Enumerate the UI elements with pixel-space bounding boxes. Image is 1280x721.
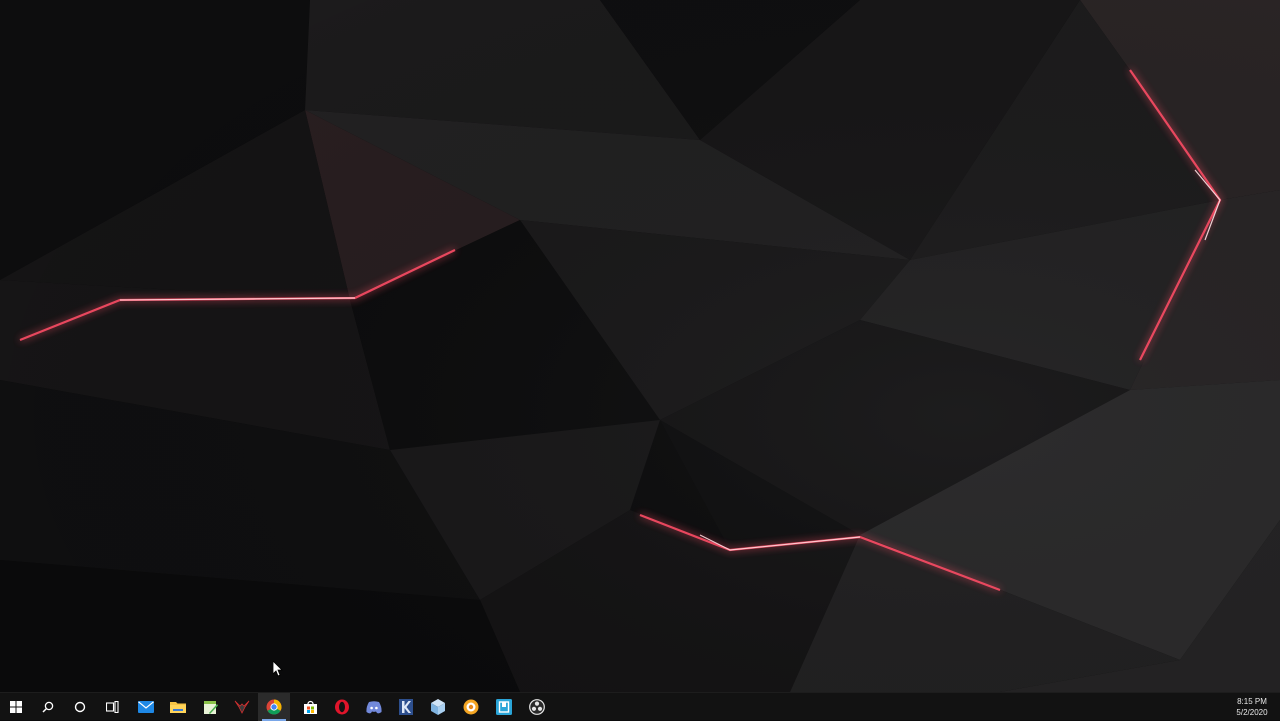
- search-button[interactable]: [32, 693, 64, 721]
- discord-icon: [366, 700, 382, 713]
- taskbar-app-google-chrome[interactable]: [258, 693, 290, 721]
- wallpaper-image: [0, 0, 1280, 692]
- predator-icon: [234, 700, 250, 714]
- taskbar: 8:15 PM 5/2/2020: [0, 692, 1280, 721]
- taskbar-app-cube[interactable]: [422, 693, 454, 721]
- taskbar-app-k-app[interactable]: [390, 693, 422, 721]
- cube-icon: [431, 699, 445, 715]
- taskbar-app-discord[interactable]: [358, 693, 390, 721]
- clock-date: 5/2/2020: [1236, 708, 1268, 717]
- taskbar-app-opera[interactable]: [326, 693, 358, 721]
- taskbar-app-microsoft-store[interactable]: [294, 693, 326, 721]
- taskbar-app-predator-sense[interactable]: [226, 693, 258, 721]
- cortana-circle-icon: [74, 701, 86, 713]
- blue-square-icon: [496, 699, 512, 715]
- windows-logo-icon: [10, 701, 22, 713]
- taskbar-app-notepad-plus-plus[interactable]: [194, 693, 226, 721]
- mail-icon: [138, 701, 154, 713]
- chrome-icon: [266, 699, 282, 715]
- system-clock[interactable]: 8:15 PM 5/2/2020: [1228, 696, 1276, 718]
- folder-icon: [170, 702, 186, 713]
- search-icon: [42, 701, 54, 713]
- taskbar-app-file-explorer[interactable]: [162, 693, 194, 721]
- taskbar-app-orange-circle[interactable]: [455, 693, 487, 721]
- taskbar-app-blue-square[interactable]: [488, 693, 520, 721]
- obs-icon: [529, 699, 545, 715]
- orange-circle-icon: [463, 699, 479, 715]
- opera-icon: [335, 699, 349, 715]
- taskbar-app-obs-studio[interactable]: [521, 693, 553, 721]
- task-view-button[interactable]: [96, 693, 128, 721]
- taskbar-app-mail[interactable]: [130, 693, 162, 721]
- desktop[interactable]: [0, 0, 1280, 692]
- task-view-icon: [105, 701, 119, 713]
- cortana-button[interactable]: [64, 693, 96, 721]
- start-button[interactable]: [0, 693, 32, 721]
- clock-time: 8:15 PM: [1237, 697, 1267, 706]
- store-bag-icon: [303, 700, 317, 714]
- mouse-cursor-icon: [273, 661, 283, 677]
- k-app-icon: [399, 699, 413, 715]
- notepad-plus-plus-icon: [203, 700, 218, 714]
